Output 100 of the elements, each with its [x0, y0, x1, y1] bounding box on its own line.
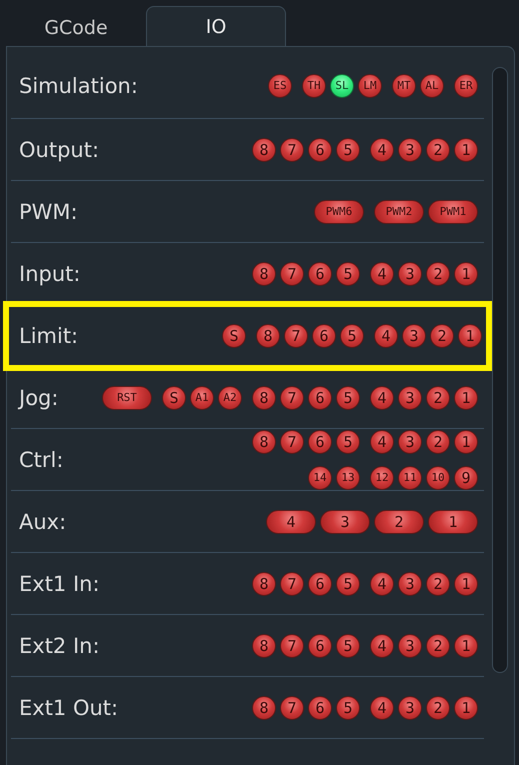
indicator-led: 2 [430, 324, 454, 348]
indicator-led: 8 [252, 262, 276, 286]
indicator-led: 8 [252, 696, 276, 720]
row-label: PWM: [19, 200, 78, 224]
indicator-led: 6 [308, 572, 332, 596]
indicator-led: 5 [340, 324, 364, 348]
indicator-led: 2 [426, 262, 450, 286]
indicator-led: MT [392, 74, 416, 98]
indicator-led: 4 [370, 262, 394, 286]
indicator-led: 1 [454, 572, 478, 596]
indicator-led: 13 [336, 466, 360, 490]
indicator-led: 4 [370, 634, 394, 658]
indicator-led: 8 [252, 386, 276, 410]
indicator-led: LM [358, 74, 382, 98]
indicator-led: 8 [252, 634, 276, 658]
row-label: Ext2 In: [19, 634, 100, 658]
indicator-led: 5 [336, 138, 360, 162]
indicator-led: 8 [252, 430, 276, 454]
indicator-led: 4 [266, 510, 316, 534]
indicator-led: 3 [398, 386, 422, 410]
indicator-led: 3 [398, 572, 422, 596]
indicator-led: 2 [426, 386, 450, 410]
indicator-led: 4 [370, 696, 394, 720]
indicator-led: 1 [428, 510, 478, 534]
indicator-led: 4 [370, 430, 394, 454]
tab[interactable]: IO [146, 6, 286, 46]
indicator-led: ES [268, 74, 292, 98]
row-label: Ext1 In: [19, 572, 100, 596]
indicator-led: 1 [454, 430, 478, 454]
indicator-led: 1 [454, 696, 478, 720]
indicator-led: 12 [370, 466, 394, 490]
indicator-led: 7 [284, 324, 308, 348]
indicator-led: 6 [308, 262, 332, 286]
indicator-led: PWM6 [314, 200, 364, 224]
row-label: Input: [19, 262, 80, 286]
row-label: Ext1 Out: [19, 696, 118, 720]
indicator-led: 1 [454, 138, 478, 162]
indicator-led: 2 [426, 696, 450, 720]
indicator-led: 8 [256, 324, 280, 348]
indicator-led: 3 [398, 430, 422, 454]
row-label: Aux: [19, 510, 66, 534]
indicator-led: 14 [308, 466, 332, 490]
indicator-led: 8 [252, 138, 276, 162]
indicator-led: 5 [336, 572, 360, 596]
indicator-led: TH [302, 74, 326, 98]
indicator-led: 3 [402, 324, 426, 348]
indicator-led: 7 [280, 572, 304, 596]
indicator-led: 6 [308, 386, 332, 410]
indicator-led: 6 [308, 138, 332, 162]
indicator-led: 3 [398, 696, 422, 720]
indicator-led: 6 [308, 430, 332, 454]
indicator-led: 6 [308, 634, 332, 658]
indicator-led: 3 [398, 634, 422, 658]
indicator-led: 6 [312, 324, 336, 348]
indicator-led: 3 [398, 262, 422, 286]
indicator-led: 2 [374, 510, 424, 534]
indicator-led: 11 [398, 466, 422, 490]
tab[interactable]: GCode [6, 10, 146, 46]
indicator-led: A1 [190, 386, 214, 410]
indicator-led: 1 [458, 324, 482, 348]
indicator-led: 4 [370, 386, 394, 410]
row-label: Simulation: [19, 74, 138, 98]
indicator-led: 3 [320, 510, 370, 534]
indicator-led: 5 [336, 634, 360, 658]
indicator-led: 10 [426, 466, 450, 490]
indicator-led: 2 [426, 572, 450, 596]
indicator-led: AL [420, 74, 444, 98]
indicator-led: A2 [218, 386, 242, 410]
scrollbar[interactable] [492, 67, 508, 673]
row-label: Jog: [19, 386, 58, 410]
row-label: Output: [19, 138, 100, 162]
row-label: Limit: [19, 324, 78, 348]
indicator-led: 2 [426, 634, 450, 658]
indicator-led: 7 [280, 696, 304, 720]
indicator-led: 4 [374, 324, 398, 348]
indicator-led: 6 [308, 696, 332, 720]
indicator-led: 7 [280, 138, 304, 162]
indicator-led: 7 [280, 634, 304, 658]
indicator-led: ER [454, 74, 478, 98]
indicator-led: 4 [370, 138, 394, 162]
indicator-led: 5 [336, 430, 360, 454]
indicator-led: 5 [336, 696, 360, 720]
row-label: Ctrl: [19, 448, 64, 472]
indicator-led: 1 [454, 386, 478, 410]
indicator-led: PWM2 [374, 200, 424, 224]
indicator-led: 9 [454, 466, 478, 490]
indicator-led: 7 [280, 386, 304, 410]
indicator-led: S [222, 324, 246, 348]
indicator-led: 5 [336, 386, 360, 410]
indicator-led: PWM1 [428, 200, 478, 224]
indicator-led: RST [102, 386, 152, 410]
indicator-led: S [162, 386, 186, 410]
indicator-led: 7 [280, 262, 304, 286]
indicator-led: 2 [426, 138, 450, 162]
indicator-led: 1 [454, 634, 478, 658]
indicator-led: SL [330, 74, 354, 98]
indicator-led: 1 [454, 262, 478, 286]
indicator-led: 4 [370, 572, 394, 596]
indicator-led: 2 [426, 430, 450, 454]
indicator-led: 3 [398, 138, 422, 162]
